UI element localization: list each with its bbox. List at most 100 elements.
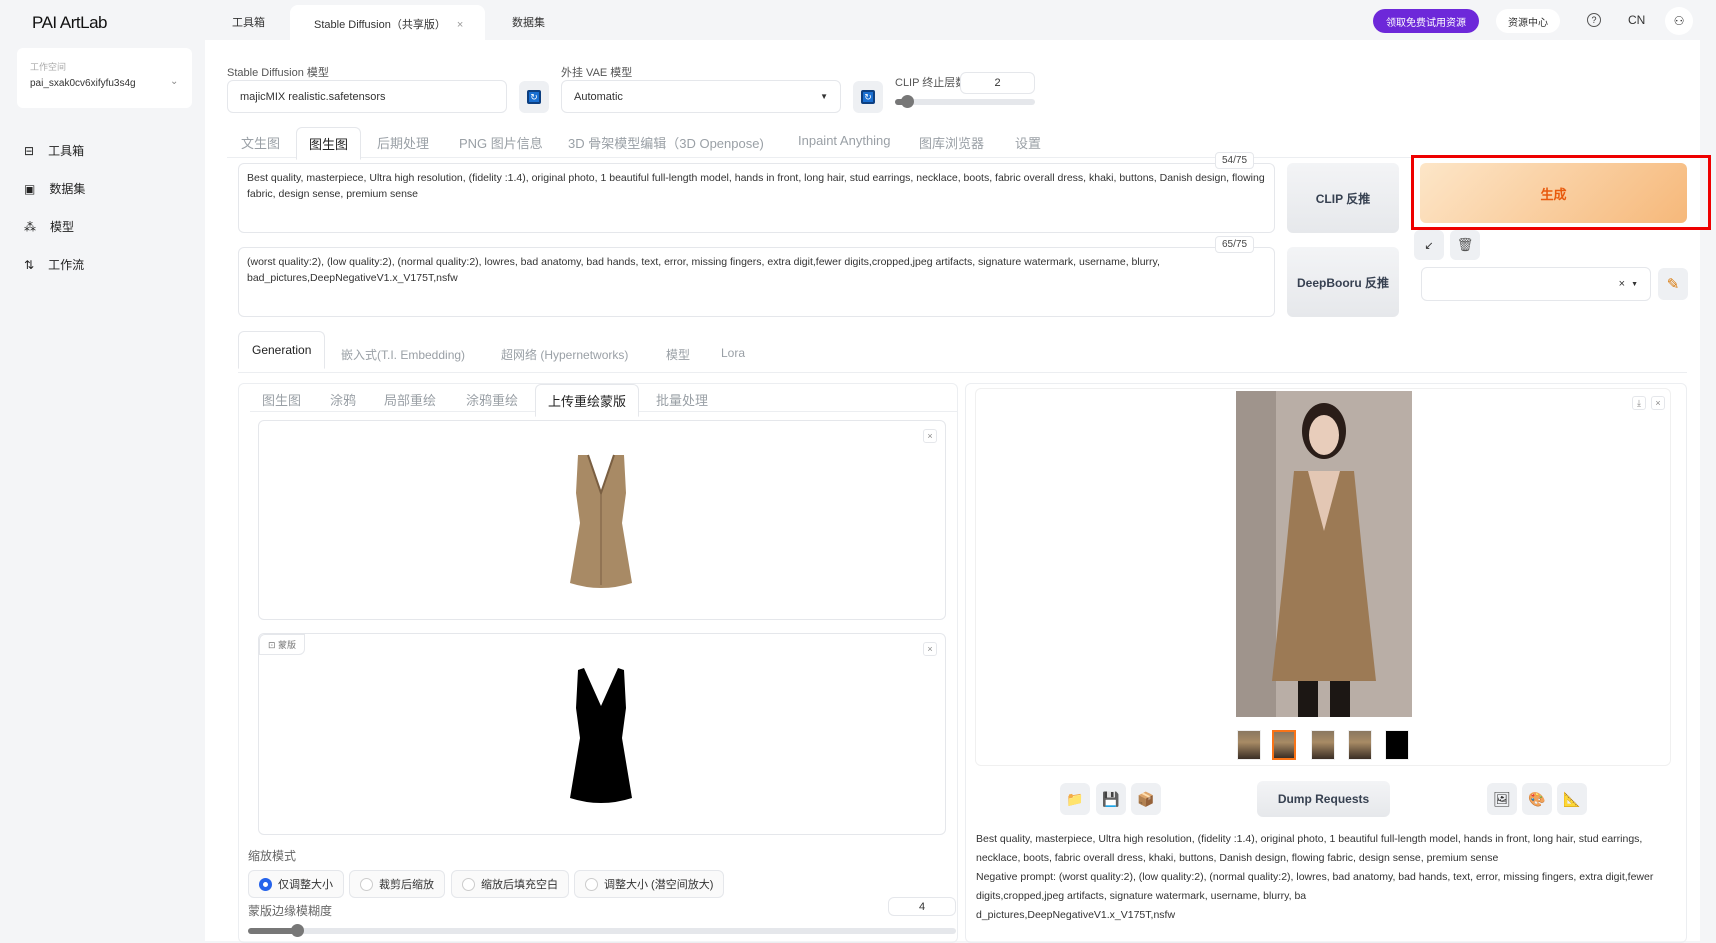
resize-option-latent[interactable]: 调整大小 (潜空间放大) [574,870,725,898]
subtab-batch[interactable]: 批量处理 [656,390,708,409]
sidebar-item-label: 模型 [50,220,75,234]
sidebar-item-label: 工作流 [48,258,85,272]
free-trial-button[interactable]: 领取免费试用资源 [1373,9,1479,33]
subtab-inpaint-upload[interactable]: 上传重绘蒙版 [535,384,640,417]
save-button[interactable]: 💾 [1096,783,1126,815]
tab-models[interactable]: 模型 [666,346,690,363]
tab-embedding[interactable]: 嵌入式(T.I. Embedding) [341,346,465,363]
tab-lora[interactable]: Lora [721,346,745,360]
gallery-thumbnail[interactable] [1348,730,1372,760]
toolbox-icon: ⊟ [24,143,35,158]
chevron-down-icon: ⌄ [170,76,179,87]
user-avatar-icon[interactable]: ⚇ [1665,7,1693,35]
generated-image[interactable] [1236,391,1412,717]
tab-inpaint-anything[interactable]: Inpaint Anything [798,133,891,148]
slider-handle[interactable] [291,924,304,937]
clear-icon[interactable]: × [1619,278,1625,290]
send-to-inpaint-button[interactable]: 🎨 [1522,783,1552,815]
tab-hypernetworks[interactable]: 超网络 (Hypernetworks) [501,346,628,363]
clip-interrogate-button[interactable]: CLIP 反推 [1287,163,1399,233]
gallery-thumbnail[interactable] [1237,730,1261,760]
arrow-icon: ↙ [1424,239,1434,252]
sd-model-select[interactable]: majicMIX realistic.safetensors [227,80,507,113]
resize-option-crop[interactable]: 裁剪后缩放 [349,870,445,898]
sidebar-item-label: 工具箱 [48,144,85,158]
radio-icon [360,877,373,891]
gallery-thumbnail[interactable] [1311,730,1335,760]
package-icon: 📦 [1137,790,1155,807]
send-to-img2img-button[interactable]: 🖼 [1487,783,1517,815]
subtab-img2img[interactable]: 图生图 [262,390,301,409]
tab-png-info[interactable]: PNG 图片信息 [459,133,543,152]
mask-blur-input[interactable]: 4 [888,897,956,916]
dump-requests-button[interactable]: Dump Requests [1257,781,1390,817]
refresh-vae-button[interactable]: ↻ [853,81,883,113]
workspace-selector[interactable]: 工作空间 pai_sxak0cv6xifyfu3s4g ⌄ [17,48,192,108]
apply-styles-button[interactable]: ↙ [1414,230,1444,260]
gallery-thumbnail-selected[interactable] [1272,730,1296,760]
close-icon[interactable]: × [923,429,937,443]
logo: PAI ArtLab [32,13,108,32]
language-toggle[interactable]: CN [1628,13,1645,27]
tab-settings[interactable]: 设置 [1015,133,1041,152]
radio-icon [259,877,272,891]
refresh-model-button[interactable]: ↻ [519,81,549,113]
subtab-sketch[interactable]: 涂鸦 [330,390,356,409]
mask-blur-slider[interactable] [248,924,956,937]
tab-openpose[interactable]: 3D 骨架模型编辑（3D Openpose) [568,133,764,152]
tab-extras[interactable]: 后期处理 [377,133,429,152]
negative-token-counter: 65/75 [1215,236,1255,253]
negative-prompt-textarea[interactable]: (worst quality:2), (low quality:2), (nor… [238,247,1275,317]
trash-icon: 🗑 [1456,237,1474,252]
slider-handle[interactable] [901,95,914,108]
zip-button[interactable]: 📦 [1131,783,1161,815]
sidebar-item-workflow[interactable]: ⇅ 工作流 [24,256,84,273]
close-icon[interactable]: × [1651,396,1665,410]
generate-button[interactable]: 生成 [1420,163,1687,223]
vae-select[interactable]: Automatic ▼ [561,80,841,113]
download-icon[interactable]: ⤓ [1632,396,1646,410]
help-icon[interactable]: ? [1587,13,1601,27]
radio-label: 缩放后填充空白 [481,879,558,891]
resize-option-just-resize[interactable]: 仅调整大小 [248,870,344,898]
styles-select[interactable]: × ▼ [1421,267,1651,301]
mask-upload-box[interactable]: ⊡ 蒙版 × [258,633,946,835]
radio-label: 裁剪后缩放 [379,879,434,891]
gallery-thumbnail[interactable] [1385,730,1409,760]
pencil-icon: ✎ [1666,276,1680,293]
image-icon: ⊡ [268,640,279,650]
close-icon[interactable]: × [923,642,937,656]
tab-toolbox[interactable]: 工具箱 [232,14,265,30]
resource-center-button[interactable]: 资源中心 [1496,9,1560,33]
prompt-textarea[interactable]: Best quality, masterpiece, Ultra high re… [238,163,1275,233]
tab-dataset[interactable]: 数据集 [512,14,545,30]
picture-icon: 🖼 [1493,790,1511,807]
triangle-ruler-icon: 📐 [1563,790,1581,807]
sidebar-item-model[interactable]: ⁂ 模型 [24,218,74,235]
sidebar-item-dataset[interactable]: ▣ 数据集 [24,180,85,197]
close-icon[interactable]: × [457,19,463,31]
tab-stable-diffusion[interactable]: Stable Diffusion（共享版） × [290,5,485,43]
open-folder-button[interactable]: 📁 [1060,783,1090,815]
floppy-disk-icon: 💾 [1102,790,1120,807]
model-icon: ⁂ [24,219,36,234]
mask-tag: ⊡ 蒙版 [259,634,306,655]
tab-gallery-browser[interactable]: 图库浏览器 [919,133,984,152]
tab-img2img[interactable]: 图生图 [296,127,362,160]
subtab-inpaint[interactable]: 局部重绘 [384,390,436,409]
subtab-inpaint-sketch[interactable]: 涂鸦重绘 [466,390,518,409]
info-negative-cont: d_pictures,DeepNegativeV1.x_V175T,nsfw [976,909,1176,921]
clip-skip-slider[interactable] [895,95,1035,108]
deepbooru-button[interactable]: DeepBooru 反推 [1287,247,1399,317]
clear-prompt-button[interactable]: 🗑 [1450,230,1480,260]
edit-styles-button[interactable]: ✎ [1658,268,1688,300]
image-upload-box[interactable]: × [258,420,946,620]
resize-mode-label: 缩放模式 [248,849,297,863]
clip-skip-input[interactable]: 2 [960,72,1035,94]
resize-option-fill[interactable]: 缩放后填充空白 [451,870,569,898]
sidebar-item-toolbox[interactable]: ⊟ 工具箱 [24,142,84,159]
tab-generation[interactable]: Generation [238,331,326,369]
tab-txt2img[interactable]: 文生图 [241,133,280,152]
send-to-extras-button[interactable]: 📐 [1557,783,1587,815]
workflow-icon: ⇅ [24,257,35,272]
